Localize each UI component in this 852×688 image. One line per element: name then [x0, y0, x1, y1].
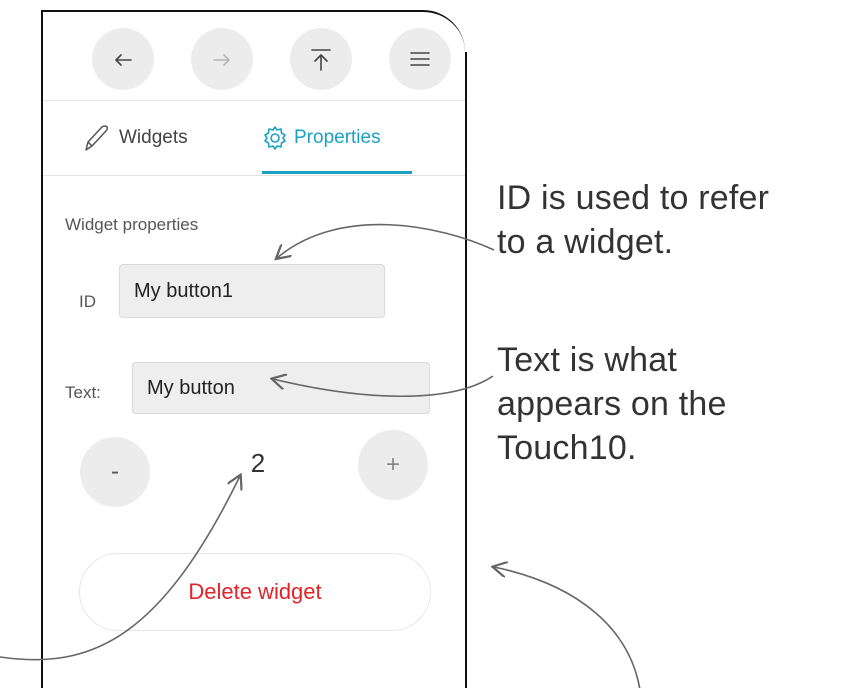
- plus-label: +: [385, 451, 400, 478]
- tab-widgets-label: Widgets: [119, 127, 188, 148]
- id-annotation-line-2: to a widget.: [497, 223, 674, 261]
- id-label: ID: [79, 292, 96, 311]
- text-annotation-line-2: appears on the: [497, 385, 727, 423]
- delete-widget-button[interactable]: Delete widget: [79, 553, 431, 631]
- increment-button[interactable]: +: [358, 430, 428, 500]
- upload-button[interactable]: [290, 28, 352, 90]
- section-title: Widget properties: [65, 215, 199, 234]
- minus-label: -: [111, 458, 119, 485]
- text-annotation-line-1: Text is what: [497, 341, 678, 379]
- redo-arrow-icon: [213, 54, 230, 66]
- widget-editor-panel: Widgets Properties Widget properties ID …: [41, 10, 467, 688]
- delete-widget-label: Delete widget: [188, 579, 322, 604]
- text-label: Text:: [65, 383, 101, 402]
- tab-widgets[interactable]: Widgets: [83, 101, 188, 175]
- id-annotation: ID is used to refer to a widget.: [497, 176, 769, 264]
- redo-button[interactable]: [191, 28, 253, 90]
- active-tab-indicator: [262, 171, 412, 174]
- text-annotation: Text is what appears on the Touch10.: [497, 338, 727, 470]
- text-field[interactable]: [132, 362, 430, 414]
- pencil-icon: [85, 125, 109, 151]
- decrement-button[interactable]: -: [80, 437, 150, 507]
- tab-bar: Widgets Properties: [43, 101, 465, 176]
- tab-properties[interactable]: Properties: [262, 101, 381, 175]
- stepper-value: 2: [250, 448, 266, 478]
- undo-arrow-icon: [115, 54, 132, 66]
- text-annotation-line-3: Touch10.: [497, 429, 637, 467]
- id-annotation-line-1: ID is used to refer: [497, 179, 770, 217]
- undo-button[interactable]: [92, 28, 154, 90]
- menu-button[interactable]: [389, 28, 451, 90]
- tab-properties-label: Properties: [294, 127, 381, 148]
- upload-to-top-icon: [311, 49, 331, 71]
- hamburger-menu-icon: [410, 52, 430, 66]
- screenshot-stage: Widgets Properties Widget properties ID …: [0, 0, 852, 688]
- gear-icon: [264, 126, 286, 150]
- id-field[interactable]: [119, 264, 385, 318]
- toolbar: [43, 12, 465, 101]
- delete-arrow: [494, 567, 641, 688]
